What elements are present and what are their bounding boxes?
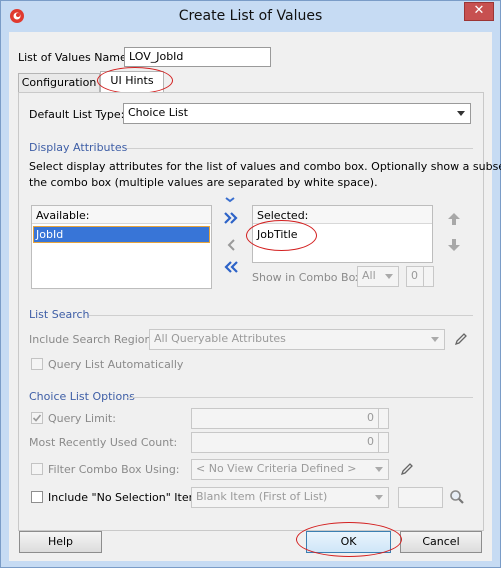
show-in-combo-label: Show in Combo Box: — [252, 271, 366, 284]
display-attributes-title: Display Attributes — [29, 141, 128, 154]
query-list-automatically-label: Query List Automatically — [48, 358, 184, 371]
search-icon[interactable] — [449, 489, 465, 505]
mru-count-value: 0 — [367, 435, 374, 448]
edit-pencil-icon[interactable] — [453, 331, 469, 347]
default-list-type-value: Choice List — [128, 106, 188, 119]
query-limit-label: Query Limit: — [48, 412, 116, 425]
show-in-combo-count-value: 0 — [411, 269, 418, 282]
spinner-icon — [378, 433, 388, 452]
choice-list-options-title: Choice List Options — [29, 390, 135, 403]
close-button[interactable]: ✕ — [464, 2, 494, 21]
filter-combo-box-select[interactable]: < No View Criteria Defined > — [191, 459, 389, 480]
chevron-down-icon — [375, 495, 383, 500]
section-divider — [127, 148, 473, 149]
show-in-combo-select[interactable]: All — [357, 266, 399, 287]
chevron-down-icon — [385, 274, 393, 279]
chevron-down-icon — [457, 111, 465, 116]
ok-button[interactable]: OK — [306, 531, 391, 553]
include-search-region-value: All Queryable Attributes — [154, 332, 286, 345]
list-search-title: List Search — [29, 308, 90, 321]
filter-combo-box-checkbox[interactable] — [31, 463, 43, 475]
include-search-region-label: Include Search Region: — [29, 333, 156, 346]
no-selection-label: Include "No Selection" Item: — [48, 491, 204, 504]
section-divider — [89, 315, 473, 316]
move-all-left-icon[interactable] — [223, 260, 239, 274]
tab-configuration[interactable]: Configuration — [18, 73, 100, 92]
default-list-type-label: Default List Type: — [29, 108, 125, 121]
list-item-jobid[interactable]: JobId — [33, 226, 210, 243]
section-divider — [127, 397, 473, 398]
show-in-combo-value: All — [362, 269, 376, 282]
chevron-down-icon — [375, 467, 383, 472]
show-in-combo-count[interactable]: 0 — [406, 266, 434, 287]
tab-ui-hints[interactable]: UI Hints — [100, 71, 164, 92]
filter-combo-box-value: < No View Criteria Defined > — [196, 462, 357, 475]
move-down-arrow-icon[interactable] — [447, 238, 461, 252]
move-up-icon[interactable] — [447, 212, 461, 226]
selected-header: Selected: — [257, 209, 309, 222]
move-down-icon[interactable] — [223, 193, 237, 203]
query-limit-value: 0 — [367, 411, 374, 424]
available-list[interactable]: Available: JobId — [31, 205, 212, 289]
selected-list[interactable]: Selected: JobTitle — [252, 205, 433, 263]
window-title: Create List of Values — [178, 8, 323, 24]
mru-count-input[interactable]: 0 — [191, 432, 389, 453]
display-attributes-desc-1: Select display attributes for the list o… — [29, 160, 501, 173]
dialog-body: List of Values Name: LOV_JobId Configura… — [9, 32, 501, 561]
cancel-button[interactable]: Cancel — [400, 531, 482, 553]
lov-name-label: List of Values Name: — [18, 51, 131, 64]
query-list-automatically-checkbox[interactable] — [31, 358, 43, 370]
mru-count-label: Most Recently Used Count: — [29, 436, 178, 449]
no-selection-checkbox[interactable] — [31, 491, 43, 503]
move-left-icon[interactable] — [225, 238, 237, 252]
no-selection-text-input[interactable] — [398, 487, 443, 508]
filter-combo-box-label: Filter Combo Box Using: — [48, 463, 180, 476]
query-limit-input[interactable]: 0 — [191, 408, 389, 429]
display-attributes-desc-2: the combo box (multiple values are separ… — [29, 176, 378, 189]
default-list-type-select[interactable]: Choice List — [123, 103, 471, 124]
chevron-down-icon — [431, 337, 439, 342]
spinner-icon — [423, 267, 433, 286]
available-header: Available: — [36, 209, 90, 222]
no-selection-value: Blank Item (First of List) — [196, 490, 328, 503]
list-item-jobtitle[interactable]: JobTitle — [257, 228, 298, 241]
edit-pencil-icon[interactable] — [399, 461, 415, 477]
title-bar: Create List of Values ✕ — [1, 1, 500, 31]
dialog-window: Create List of Values ✕ List of Values N… — [0, 0, 501, 568]
query-limit-checkbox[interactable] — [31, 412, 43, 424]
move-all-right-icon[interactable] — [223, 211, 239, 225]
help-button[interactable]: Help — [19, 531, 102, 553]
spinner-icon — [378, 409, 388, 428]
include-search-region-select[interactable]: All Queryable Attributes — [149, 329, 445, 350]
no-selection-select[interactable]: Blank Item (First of List) — [191, 487, 389, 508]
lov-name-input[interactable]: LOV_JobId — [124, 47, 271, 67]
